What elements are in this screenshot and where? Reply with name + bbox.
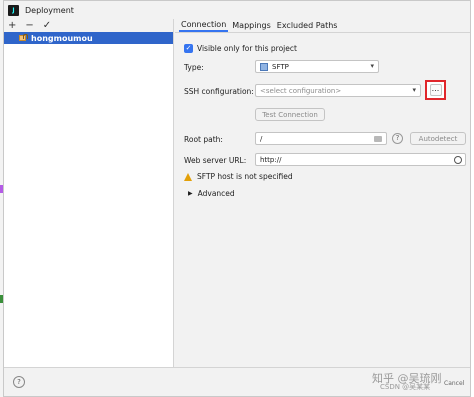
remove-server-button[interactable]: − [25,20,33,31]
ssh-config-placeholder: <select configuration> [260,86,342,95]
watermark-subtext: CSDN @吴某某 [380,383,431,391]
web-url-input[interactable]: http:// [255,153,466,166]
ssh-config-browse-button[interactable]: ... [425,80,446,100]
sftp-server-icon [19,34,28,42]
server-item-label: hongmoumou [31,33,93,43]
server-list-toolbar: + − ✓ [4,19,173,32]
warning-row: SFTP host is not specified [184,172,293,181]
help-button[interactable]: ? [13,376,25,388]
test-connection-label: Test Connection [262,110,318,119]
server-list-pane: + − ✓ hongmoumou [4,19,174,367]
settings-tabs: Connection Mappings Excluded Paths [175,19,470,33]
sftp-type-icon [260,62,268,71]
app-icon: J [8,4,19,16]
warning-icon [184,172,192,181]
deployment-dialog: J Deployment + − ✓ hongmoumou Connection… [3,0,471,397]
ssh-config-select[interactable]: <select configuration> ▾ [255,84,421,97]
test-connection-button[interactable]: Test Connection [255,108,325,121]
type-label: Type: [184,63,204,72]
advanced-toggle[interactable]: ▶ Advanced [188,189,235,198]
web-url-value: http:// [260,155,282,164]
cancel-button[interactable]: Cancel [444,380,464,387]
autodetect-button[interactable]: Autodetect [410,132,466,145]
chevron-right-icon: ▶ [188,190,193,197]
title-bar: J Deployment [4,1,470,19]
ssh-label-row: SSH configuration: [184,87,254,96]
window-title: Deployment [25,5,74,15]
web-url-label-row: Web server URL: [184,156,246,165]
root-path-label-row: Root path: [184,135,223,144]
type-value: SFTP [272,62,289,71]
help-icon[interactable]: ? [392,133,403,144]
server-list-item[interactable]: hongmoumou [4,32,173,44]
ellipsis-label: ... [429,84,442,96]
web-url-label: Web server URL: [184,156,247,165]
settings-pane: Connection Mappings Excluded Paths ✓ Vis… [175,19,470,367]
apply-button[interactable]: ✓ [43,20,51,31]
visible-only-label: Visible only for this project [197,44,297,53]
type-select[interactable]: SFTP ▾ [255,60,379,73]
globe-icon[interactable] [454,156,462,164]
ssh-config-label: SSH configuration: [184,87,254,96]
root-path-value: / [260,134,263,143]
tab-mappings[interactable]: Mappings [230,21,273,32]
tab-connection[interactable]: Connection [179,20,229,32]
tab-excluded-paths[interactable]: Excluded Paths [275,21,340,32]
chevron-down-icon: ▾ [370,62,374,70]
visible-only-row[interactable]: ✓ Visible only for this project [184,44,297,53]
dialog-footer: ? 知乎 @吴琉刚 CSDN @吴某某 Cancel [4,367,470,396]
advanced-label: Advanced [197,189,235,198]
add-server-button[interactable]: + [8,20,16,31]
root-path-label: Root path: [184,135,223,144]
autodetect-label: Autodetect [418,134,458,143]
root-path-input[interactable]: / [255,132,387,145]
folder-icon[interactable] [374,136,382,142]
type-label-row: Type: [184,63,204,72]
chevron-down-icon: ▾ [412,86,416,94]
warning-text: SFTP host is not specified [197,172,293,181]
visible-only-checkbox[interactable]: ✓ [184,44,193,53]
